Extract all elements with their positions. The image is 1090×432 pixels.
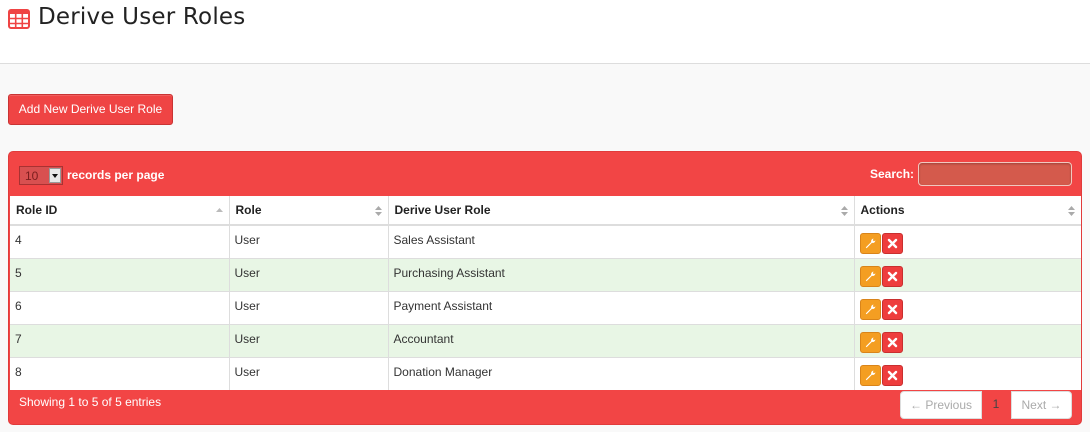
sort-both-icon [374, 206, 382, 216]
table-row: 8 User Donation Manager [10, 356, 1081, 390]
cell-actions [854, 290, 1081, 324]
column-label: Actions [860, 203, 905, 217]
cell-role: User [229, 356, 389, 390]
table-info: Showing 1 to 5 of 5 entries [19, 395, 162, 409]
delete-button[interactable] [881, 332, 903, 353]
column-label: Role ID [16, 203, 58, 217]
edit-button[interactable] [859, 365, 881, 387]
previous-page-button[interactable]: ← Previous [900, 391, 982, 419]
page-length-select[interactable]: 10 [19, 166, 63, 185]
delete-button[interactable] [881, 233, 903, 255]
column-label: Role [235, 203, 262, 217]
cell-actions [854, 356, 1081, 390]
cell-derive-user-role: Accountant [388, 323, 855, 357]
sort-both-icon [1067, 206, 1075, 216]
table-row: 6 User Payment Assistant [10, 290, 1081, 324]
page-header: Derive User Roles [0, 0, 1090, 64]
derive-user-role-text: Donation Manager [393, 364, 493, 379]
role-id-text: 5 [15, 265, 22, 280]
delete-button[interactable] [881, 365, 903, 387]
page-length-label: records per page [67, 168, 165, 182]
table-row: 4 User Sales Assistant [10, 224, 1081, 258]
role-id-text: 6 [15, 298, 22, 313]
cell-role-id: 6 [10, 290, 230, 324]
derive-user-role-text: Accountant [393, 331, 454, 346]
next-page-button[interactable]: Next → [1011, 391, 1072, 419]
column-header-role[interactable]: Role [229, 196, 389, 226]
role-text: User [234, 331, 260, 346]
cell-derive-user-role: Payment Assistant [388, 290, 855, 324]
table-row: 5 User Purchasing Assistant [10, 257, 1081, 291]
role-id-text: 8 [15, 364, 22, 379]
cell-actions [854, 323, 1081, 357]
column-header-actions[interactable]: Actions [854, 196, 1081, 226]
table-header-row: Role ID Role Derive User Role Actions [10, 196, 1081, 226]
sort-asc-icon [215, 208, 223, 212]
current-page-button[interactable]: 1 [985, 391, 1007, 419]
cell-role-id: 7 [10, 323, 230, 357]
cell-derive-user-role: Purchasing Assistant [388, 257, 855, 291]
column-label: Derive User Role [394, 203, 491, 217]
role-text: User [234, 265, 260, 280]
cell-role: User [229, 290, 389, 324]
cell-role: User [229, 323, 389, 357]
role-id-text: 4 [15, 232, 22, 247]
edit-button[interactable] [859, 233, 881, 255]
column-header-derive-user-role[interactable]: Derive User Role [388, 196, 855, 226]
search-input[interactable] [918, 162, 1072, 186]
column-header-role-id[interactable]: Role ID [10, 196, 230, 226]
role-text: User [234, 364, 260, 379]
sort-both-icon [840, 206, 848, 216]
cell-role: User [229, 224, 389, 258]
delete-button[interactable] [881, 266, 903, 287]
cell-role-id: 5 [10, 257, 230, 291]
cell-role-id: 8 [10, 356, 230, 390]
delete-button[interactable] [881, 299, 903, 320]
derive-user-role-text: Payment Assistant [393, 298, 493, 313]
edit-button[interactable] [859, 266, 881, 287]
cell-role: User [229, 257, 389, 291]
page-length-value: 10 [25, 169, 39, 183]
derive-user-role-text: Purchasing Assistant [393, 265, 505, 280]
cell-actions [854, 224, 1081, 258]
chevron-down-icon [49, 168, 61, 183]
page-title: Derive User Roles [38, 4, 246, 30]
cell-derive-user-role: Donation Manager [388, 356, 855, 390]
role-id-text: 7 [15, 331, 22, 346]
roles-table: Role ID Role Derive User Role Actions 4 U… [10, 196, 1081, 390]
table-row: 7 User Accountant [10, 323, 1081, 357]
table-toolbar: 10 records per page Search: [9, 152, 1081, 196]
edit-button[interactable] [859, 299, 881, 320]
role-text: User [234, 298, 260, 313]
cell-actions [854, 257, 1081, 291]
roles-table-widget: 10 records per page Search: Role ID Role… [8, 151, 1082, 425]
add-derive-user-role-button[interactable]: Add New Derive User Role [8, 94, 173, 125]
table-icon [8, 9, 30, 29]
search-label: Search: [870, 167, 915, 181]
derive-user-role-text: Sales Assistant [393, 232, 475, 247]
cell-role-id: 4 [10, 224, 230, 258]
role-text: User [234, 232, 260, 247]
edit-button[interactable] [859, 332, 881, 353]
cell-derive-user-role: Sales Assistant [388, 224, 855, 258]
